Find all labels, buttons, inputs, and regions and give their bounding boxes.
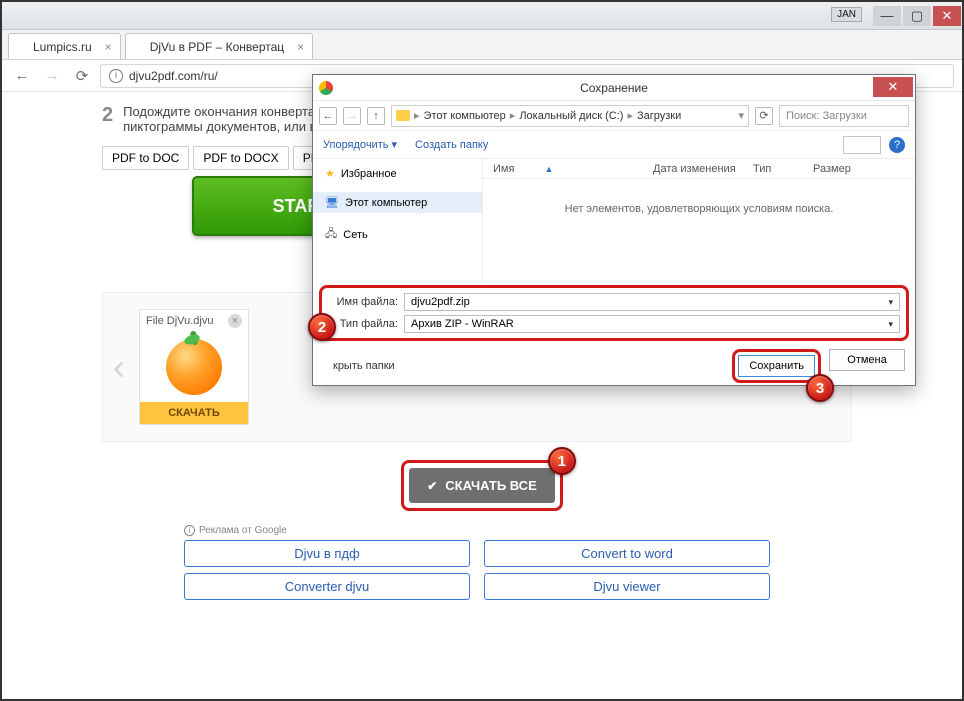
browser-tabs: Lumpics.ru × DjVu в PDF – Конвертац × bbox=[2, 30, 962, 60]
download-all-label: СКАЧАТЬ ВСЕ bbox=[445, 478, 536, 493]
folder-icon bbox=[396, 110, 410, 121]
url-text: djvu2pdf.com/ru/ bbox=[129, 69, 218, 83]
tab-lumpics[interactable]: Lumpics.ru × bbox=[8, 33, 121, 59]
file-list: Имя ▲ Дата изменения Тип Размер Нет элеме… bbox=[483, 159, 915, 281]
sidebar-network[interactable]: 🖧Сеть bbox=[313, 221, 482, 248]
save-dialog: Сохранение ✕ ← → ↑ ▸ Этот компьютер ▸ Ло… bbox=[312, 74, 916, 386]
hide-folders-link[interactable]: крыть папки bbox=[333, 360, 395, 372]
step-number: 2 bbox=[102, 104, 113, 134]
star-icon: ★ bbox=[325, 167, 335, 180]
maximize-button[interactable]: ▢ bbox=[903, 6, 931, 26]
window-titlebar: JAN — ▢ ✕ bbox=[2, 2, 962, 30]
download-all-button[interactable]: ✔ СКАЧАТЬ ВСЕ bbox=[409, 468, 555, 503]
list-header: Имя ▲ Дата изменения Тип Размер bbox=[483, 159, 915, 179]
tab-label: DjVu в PDF – Конвертац bbox=[150, 40, 284, 54]
filename-row: Имя файла: djvu2pdf.zip▾ bbox=[328, 291, 900, 313]
callout-3: 3 bbox=[806, 374, 834, 402]
file-download-button[interactable]: СКАЧАТЬ bbox=[140, 402, 248, 424]
chevron-down-icon[interactable]: ▾ bbox=[888, 297, 893, 308]
carousel-prev-icon[interactable]: ‹ bbox=[113, 346, 125, 388]
new-folder-button[interactable]: Создать папку bbox=[415, 139, 488, 151]
file-card-header: File DjVu.djvu × bbox=[140, 310, 248, 332]
ad-link[interactable]: Convert to word bbox=[484, 540, 770, 567]
cancel-button[interactable]: Отмена bbox=[829, 349, 905, 371]
network-icon: 🖧 bbox=[325, 225, 337, 244]
filename-input[interactable]: djvu2pdf.zip▾ bbox=[404, 293, 900, 311]
reload-button[interactable]: ⟳ bbox=[70, 64, 94, 88]
col-name[interactable]: Имя bbox=[493, 163, 514, 175]
dialog-titlebar: Сохранение ✕ bbox=[313, 75, 915, 101]
save-button[interactable]: Сохранить bbox=[738, 355, 815, 377]
dialog-body: ★Избранное 🖥Этот компьютер 🖧Сеть Имя ▲ Да… bbox=[313, 159, 915, 281]
file-card: File DjVu.djvu × СКАЧАТЬ bbox=[139, 309, 249, 425]
nav-forward-button[interactable]: → bbox=[343, 107, 361, 125]
help-icon[interactable]: ? bbox=[889, 137, 905, 153]
forward-button[interactable]: → bbox=[40, 64, 64, 88]
filetype-label: Тип файла: bbox=[328, 318, 398, 330]
chrome-icon bbox=[319, 81, 333, 95]
check-icon: ✔ bbox=[427, 479, 437, 493]
col-size[interactable]: Размер bbox=[813, 163, 873, 175]
ad-links: Djvu в пдф Convert to word Converter djv… bbox=[184, 540, 962, 600]
ad-link[interactable]: Converter djvu bbox=[184, 573, 470, 600]
tab-djvu2pdf[interactable]: DjVu в PDF – Конвертац × bbox=[125, 33, 313, 59]
filetype-row: Тип файла: Архив ZIP - WinRAR▾ bbox=[328, 313, 900, 335]
dialog-title: Сохранение bbox=[580, 81, 648, 95]
callout-box-2: Имя файла: djvu2pdf.zip▾ Тип файла: Архи… bbox=[319, 285, 909, 341]
filetype-select[interactable]: Архив ZIP - WinRAR▾ bbox=[404, 315, 900, 333]
tab-pdf-to-doc[interactable]: PDF to DOC bbox=[102, 146, 189, 170]
pc-icon: 🖥 bbox=[325, 196, 339, 209]
file-thumbnail bbox=[140, 332, 248, 402]
chevron-down-icon[interactable]: ▾ bbox=[888, 319, 893, 330]
breadcrumb[interactable]: ▸ Этот компьютер ▸ Локальный диск (C:) ▸… bbox=[391, 105, 749, 127]
close-tab-icon[interactable]: × bbox=[105, 40, 112, 54]
dialog-toolbar: Упорядочить ▾ Создать папку ? bbox=[313, 131, 915, 159]
dialog-footer: крыть папки Сохранить 3 Отмена bbox=[313, 343, 915, 391]
callout-1: 1 bbox=[548, 447, 576, 475]
col-type[interactable]: Тип bbox=[753, 163, 813, 175]
sort-asc-icon: ▲ bbox=[544, 164, 553, 174]
info-icon: i bbox=[184, 525, 195, 536]
callout-2: 2 bbox=[308, 313, 336, 341]
sidebar-this-pc[interactable]: 🖥Этот компьютер bbox=[313, 192, 482, 213]
crumb[interactable]: Этот компьютер bbox=[424, 110, 506, 122]
minimize-button[interactable]: — bbox=[873, 6, 901, 26]
tab-label: Lumpics.ru bbox=[33, 40, 92, 54]
filename-label: Имя файла: bbox=[328, 296, 398, 308]
ads-label: i Реклама от Google bbox=[184, 525, 962, 536]
ad-link[interactable]: Djvu viewer bbox=[484, 573, 770, 600]
user-label: JAN bbox=[831, 7, 862, 22]
file-name: File DjVu.djvu bbox=[146, 315, 213, 327]
orange-icon bbox=[166, 339, 222, 395]
site-info-icon[interactable]: i bbox=[109, 69, 123, 83]
organize-menu[interactable]: Упорядочить ▾ bbox=[323, 138, 397, 151]
refresh-button[interactable]: ⟳ bbox=[755, 107, 773, 125]
remove-file-icon[interactable]: × bbox=[228, 314, 242, 328]
step-text: Подождите окончания конверта пиктограммы… bbox=[123, 104, 316, 134]
dialog-sidebar: ★Избранное 🖥Этот компьютер 🖧Сеть bbox=[313, 159, 483, 281]
close-button[interactable]: ✕ bbox=[933, 6, 961, 26]
crumb[interactable]: Загрузки bbox=[637, 110, 681, 122]
nav-up-button[interactable]: ↑ bbox=[367, 107, 385, 125]
sidebar-favorites[interactable]: ★Избранное bbox=[313, 163, 482, 184]
dialog-close-button[interactable]: ✕ bbox=[873, 77, 913, 97]
search-input[interactable]: Поиск: Загрузки bbox=[779, 105, 909, 127]
ad-link[interactable]: Djvu в пдф bbox=[184, 540, 470, 567]
view-mode-button[interactable] bbox=[843, 136, 881, 154]
crumb[interactable]: Локальный диск (C:) bbox=[519, 110, 623, 122]
callout-box-3: Сохранить 3 bbox=[732, 349, 821, 383]
dialog-nav: ← → ↑ ▸ Этот компьютер ▸ Локальный диск … bbox=[313, 101, 915, 131]
nav-back-button[interactable]: ← bbox=[319, 107, 337, 125]
callout-box-1: ✔ СКАЧАТЬ ВСЕ 1 bbox=[401, 460, 563, 511]
empty-message: Нет элементов, удовлетворяющих условиям … bbox=[483, 179, 915, 215]
download-all-section: ✔ СКАЧАТЬ ВСЕ 1 bbox=[2, 460, 962, 511]
close-tab-icon[interactable]: × bbox=[297, 40, 304, 54]
chevron-down-icon[interactable]: ▾ bbox=[738, 109, 744, 122]
back-button[interactable]: ← bbox=[10, 64, 34, 88]
tab-pdf-to-docx[interactable]: PDF to DOCX bbox=[193, 146, 288, 170]
col-date[interactable]: Дата изменения bbox=[653, 163, 753, 175]
